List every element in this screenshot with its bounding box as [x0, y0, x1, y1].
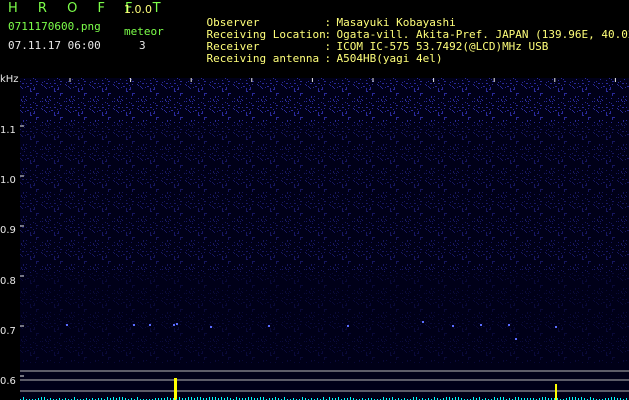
- meteor-label: meteor: [124, 25, 164, 38]
- meteor-echo: [176, 323, 178, 325]
- y-axis-unit: kHz: [0, 74, 19, 85]
- signal-spike: [555, 384, 557, 400]
- meteor-echo: [452, 325, 454, 327]
- meteor-echo: [149, 324, 151, 326]
- meteor-echo: [66, 324, 68, 326]
- spectrogram-canvas: [20, 78, 629, 400]
- meteor-echo: [480, 324, 482, 326]
- meteor-count: 3: [139, 39, 146, 52]
- app-version: 1.0.0: [124, 3, 152, 16]
- y-tick-label: 1.0: [0, 175, 16, 186]
- meteor-echo: [268, 325, 270, 327]
- noise-band-top: [20, 78, 629, 123]
- meteor-echo: [210, 326, 212, 328]
- meteor-echo: [347, 325, 349, 327]
- meteor-echo: [555, 326, 557, 328]
- info-value: A504HB(yagi 4el): [336, 52, 443, 65]
- file-datetime: 07.11.17 06:00: [8, 39, 101, 52]
- meteor-echo: [422, 321, 424, 323]
- y-tick-label: 0.8: [0, 276, 16, 287]
- y-tick-label: 1.1: [0, 125, 16, 136]
- meteor-echo: [173, 324, 175, 326]
- meteor-echo: [133, 324, 135, 326]
- meteor-echo: [515, 338, 517, 340]
- signal-spike: [174, 378, 177, 400]
- info-label: Receiving antenna: [206, 52, 320, 65]
- header-panel: H R O F F T 1.0.0 0711170600.png meteor …: [0, 0, 629, 72]
- y-tick-label: 0.9: [0, 225, 16, 236]
- spectrogram-plot: [20, 78, 629, 400]
- y-tick-label: 0.7: [0, 326, 16, 337]
- info-antenna: Receiving antenna: A504HB(yagi 4el): [206, 52, 443, 65]
- y-tick-label: 0.6: [0, 376, 16, 387]
- meteor-echo: [508, 324, 510, 326]
- file-name: 0711170600.png: [8, 20, 101, 33]
- noise-band-low: [20, 273, 629, 363]
- noise-band-mid: [20, 123, 629, 273]
